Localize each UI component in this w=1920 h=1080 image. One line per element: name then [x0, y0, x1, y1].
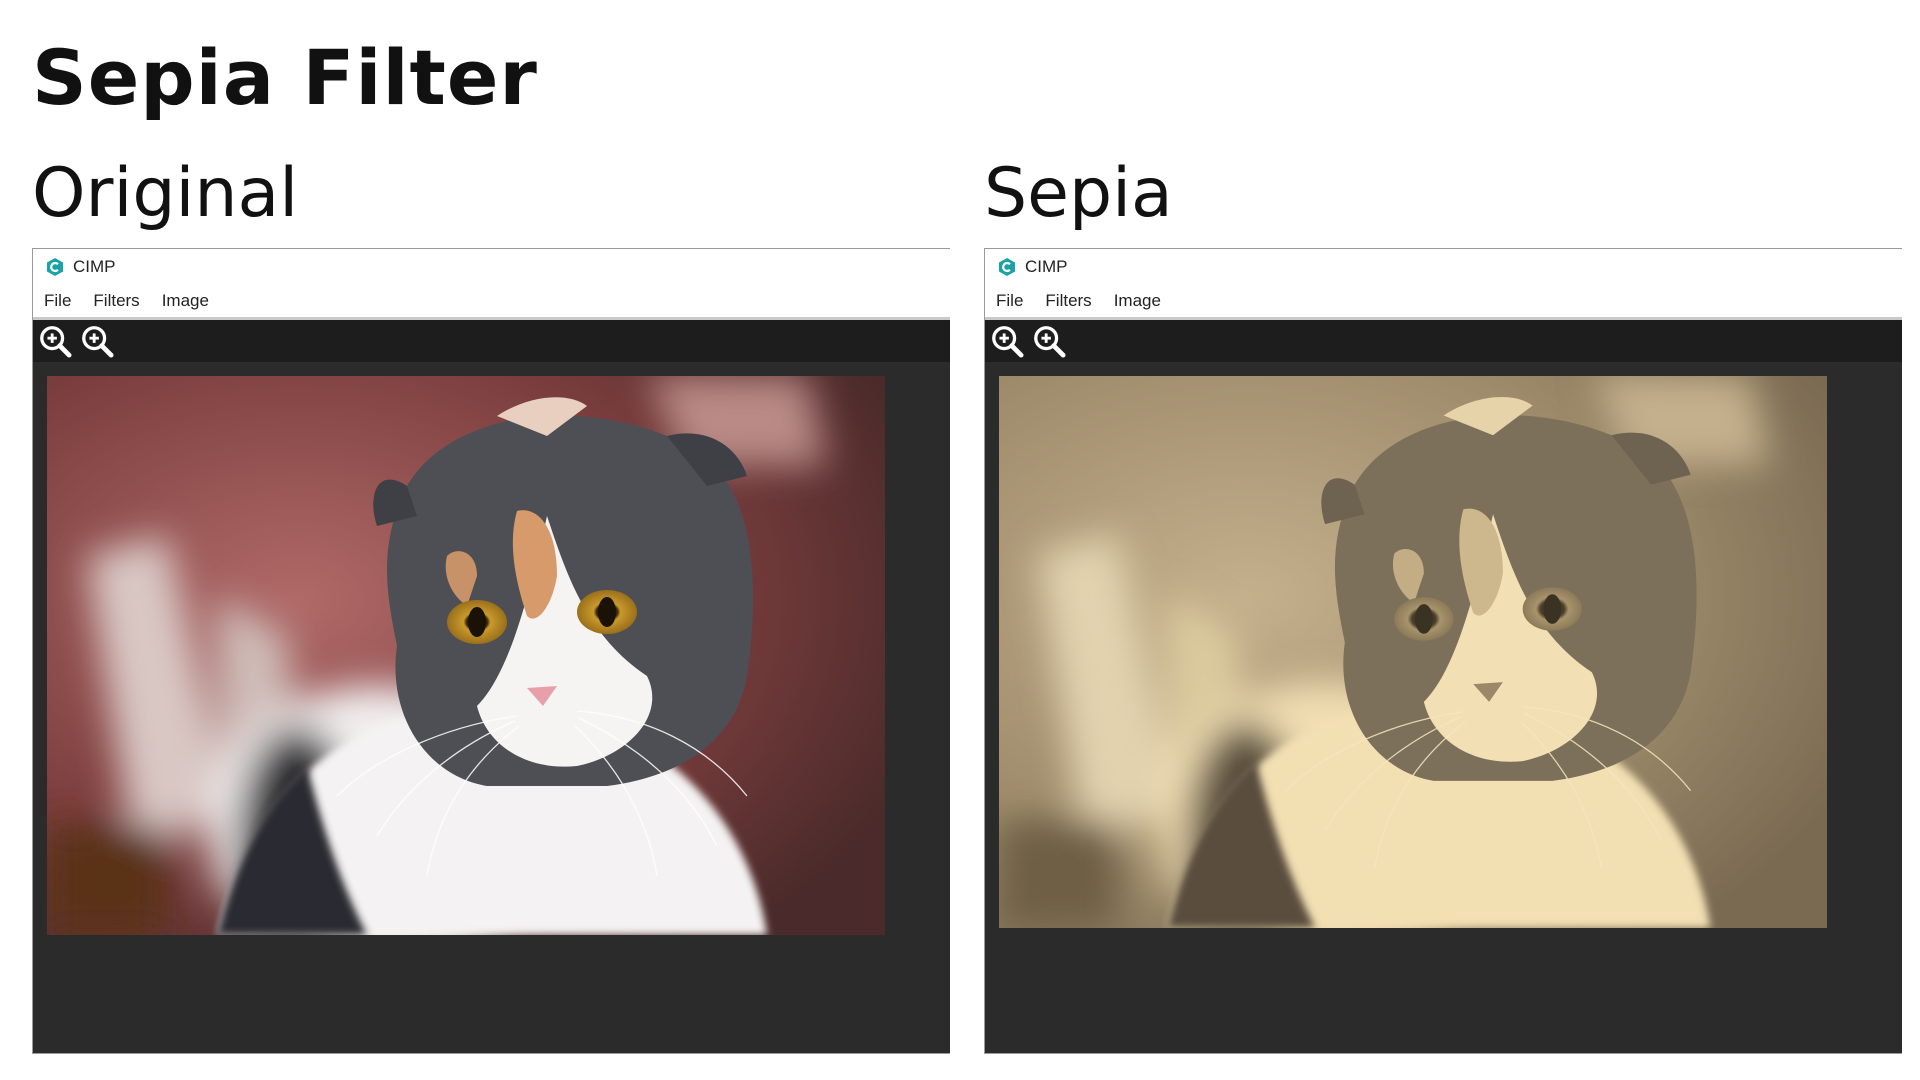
menu-file[interactable]: File — [996, 291, 1023, 311]
menu-filters[interactable]: Filters — [93, 291, 139, 311]
zoom-out-icon — [82, 326, 114, 358]
menubar: File Filters Image — [33, 285, 950, 320]
zoom-in-button[interactable] — [37, 323, 73, 359]
app-logo-icon — [997, 257, 1017, 277]
menubar: File Filters Image — [985, 285, 1902, 320]
zoom-out-icon — [1034, 326, 1066, 358]
zoom-in-icon — [40, 326, 72, 358]
app-window-sepia: CIMP File Filters Image — [984, 248, 1902, 1054]
panel-heading-sepia: Sepia — [984, 154, 1173, 233]
zoom-out-button[interactable] — [1031, 323, 1067, 359]
menu-file[interactable]: File — [44, 291, 71, 311]
menu-image[interactable]: Image — [162, 291, 209, 311]
app-logo-icon — [45, 257, 65, 277]
zoom-in-button[interactable] — [989, 323, 1025, 359]
canvas-area — [985, 362, 1902, 1053]
app-name: CIMP — [73, 257, 116, 276]
zoom-in-icon — [992, 326, 1024, 358]
panel-heading-original: Original — [32, 154, 299, 233]
app-name: CIMP — [1025, 257, 1068, 276]
toolbar — [33, 320, 950, 362]
menu-image[interactable]: Image — [1114, 291, 1161, 311]
titlebar: CIMP — [33, 249, 950, 285]
zoom-out-button[interactable] — [79, 323, 115, 359]
page-title: Sepia Filter — [32, 33, 538, 122]
toolbar — [985, 320, 1902, 362]
menu-filters[interactable]: Filters — [1045, 291, 1091, 311]
titlebar: CIMP — [985, 249, 1902, 285]
photo-original — [47, 376, 885, 935]
photo-sepia — [999, 376, 1827, 928]
app-window-original: CIMP File Filters Image — [32, 248, 950, 1054]
canvas-area — [33, 362, 950, 1053]
